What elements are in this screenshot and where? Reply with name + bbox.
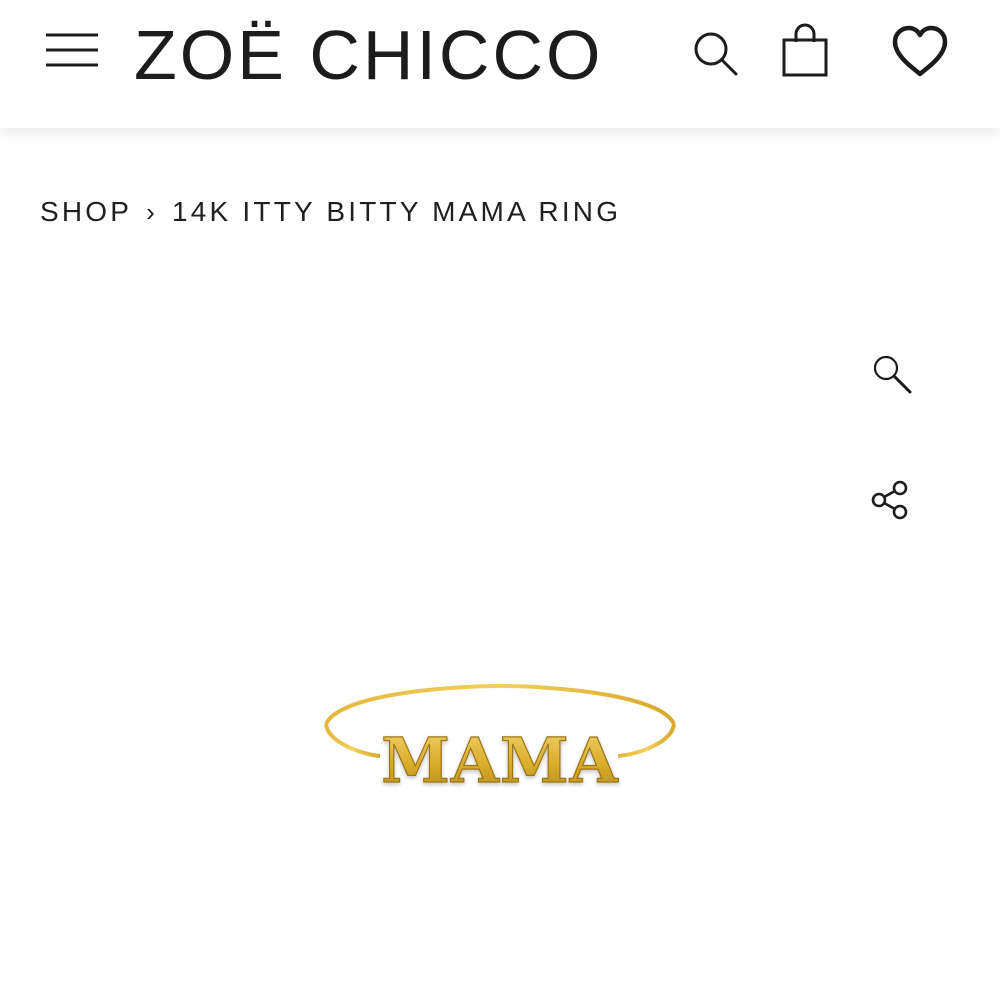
brand-logo[interactable]: ZOË CHICCO bbox=[134, 20, 603, 90]
search-icon bbox=[694, 32, 738, 76]
gold-mama-ring-image: MAMA bbox=[324, 683, 676, 798]
menu-button[interactable] bbox=[44, 28, 102, 72]
hamburger-menu-icon bbox=[46, 33, 98, 67]
search-button[interactable] bbox=[690, 28, 742, 80]
breadcrumb: SHOP › 14K ITTY BITTY MAMA RING bbox=[40, 196, 621, 228]
zoom-button[interactable] bbox=[870, 352, 916, 398]
breadcrumb-shop-link[interactable]: SHOP bbox=[40, 196, 132, 228]
wishlist-button[interactable] bbox=[890, 24, 950, 80]
breadcrumb-separator: › bbox=[146, 196, 159, 227]
zoom-icon bbox=[873, 355, 912, 394]
breadcrumb-current: 14K ITTY BITTY MAMA RING bbox=[172, 196, 622, 227]
share-button[interactable] bbox=[868, 478, 914, 524]
cart-button[interactable] bbox=[780, 22, 832, 80]
ring-lettering: MAMA bbox=[381, 724, 618, 797]
product-image[interactable]: MAMA bbox=[300, 660, 700, 820]
heart-icon bbox=[892, 25, 948, 77]
site-header: ZOË CHICCO bbox=[0, 0, 1000, 128]
shopping-bag-icon bbox=[782, 23, 828, 77]
share-icon bbox=[871, 480, 908, 520]
